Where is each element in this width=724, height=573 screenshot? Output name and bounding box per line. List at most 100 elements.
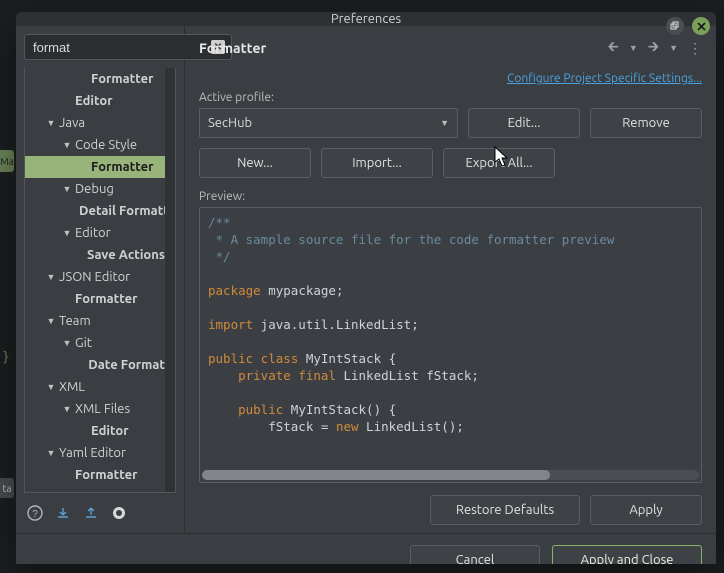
code-kw: package: [208, 283, 261, 298]
code-text: MyIntStack {: [298, 351, 396, 366]
nav-back-icon[interactable]: 🡰: [607, 36, 618, 60]
code-preview: /** * A sample source file for the code …: [200, 208, 701, 483]
tree-item[interactable]: Editor: [25, 420, 165, 442]
dialog-footer: Cancel Apply and Close: [16, 533, 716, 564]
window-restore-icon[interactable]: [666, 17, 684, 35]
page-menu-icon[interactable]: ⋮: [688, 40, 702, 57]
code-text: LinkedList();: [359, 419, 464, 434]
tree-item-label: Code Style: [75, 138, 137, 152]
tree-item[interactable]: ▼Debug: [25, 178, 165, 200]
expand-arrow-icon[interactable]: ▼: [45, 272, 57, 282]
titlebar: Preferences: [16, 12, 716, 26]
tree-item[interactable]: ▼JSON Editor: [25, 266, 165, 288]
code-kw: public class: [208, 351, 298, 366]
tree-item-label: Debug: [75, 182, 114, 196]
remove-button[interactable]: Remove: [590, 108, 702, 138]
nav-forward-menu-icon[interactable]: ▼: [669, 43, 678, 53]
code-line: /**: [208, 215, 231, 230]
new-button[interactable]: New...: [199, 148, 311, 178]
tree-item-label: Team: [59, 314, 91, 328]
expand-arrow-icon[interactable]: ▼: [45, 316, 57, 326]
preferences-window: Preferences ✕ FormatterEditor▼Java: [16, 12, 716, 564]
active-profile-value: SecHub: [208, 116, 252, 130]
tree-item[interactable]: Formatter: [25, 464, 165, 486]
tree-item-label: Formatter: [91, 160, 153, 174]
oomph-icon[interactable]: [110, 504, 128, 522]
preview-h-scrollbar[interactable]: [202, 470, 699, 480]
chevron-down-icon: ▼: [440, 118, 449, 128]
tree-item[interactable]: ▼Editor: [25, 222, 165, 244]
tree-item[interactable]: ▼Git: [25, 332, 165, 354]
tree-item-label: Editor: [91, 424, 129, 438]
import-prefs-icon[interactable]: [54, 504, 72, 522]
window-title: Preferences: [331, 12, 401, 26]
code-text: LinkedList fStack;: [336, 368, 479, 383]
tree-item[interactable]: ▼Java: [25, 112, 165, 134]
tree-item-label: Formatter: [75, 292, 137, 306]
tree-item[interactable]: Detail Formatt: [25, 200, 165, 222]
nav-forward-icon[interactable]: 🡲: [648, 36, 659, 60]
import-button[interactable]: Import...: [321, 148, 433, 178]
code-kw: import: [208, 317, 253, 332]
tree-item[interactable]: Formatter: [25, 68, 165, 90]
tree-item-label: Date Format: [88, 358, 165, 372]
expand-arrow-icon[interactable]: ▼: [45, 448, 57, 458]
background-label: ta: [0, 478, 14, 498]
tree-item-label: Yaml Editor: [59, 446, 126, 460]
left-toolbar: ?: [16, 493, 184, 533]
code-text: mypackage;: [261, 283, 344, 298]
expand-arrow-icon[interactable]: ▼: [61, 184, 73, 194]
tree-item[interactable]: Save Actions: [25, 244, 165, 266]
code-kw: private final: [208, 368, 336, 383]
tree-item[interactable]: ▼Code Style: [25, 134, 165, 156]
tree-item-label: Git: [75, 336, 92, 350]
export-prefs-icon[interactable]: [82, 504, 100, 522]
preview-pane: /** * A sample source file for the code …: [199, 207, 702, 483]
tree-item[interactable]: Formatter: [25, 156, 165, 178]
tree-item[interactable]: ▼XML: [25, 376, 165, 398]
apply-and-close-button[interactable]: Apply and Close: [552, 545, 702, 564]
tree-item-label: XML Files: [75, 402, 130, 416]
nav-back-menu-icon[interactable]: ▼: [629, 43, 638, 53]
filter-input[interactable]: [31, 39, 211, 56]
expand-arrow-icon[interactable]: ▼: [61, 140, 73, 150]
right-panel: Formatter 🡰 ▼ 🡲 ▼ ⋮ Configure Project Sp…: [185, 26, 716, 533]
expand-arrow-icon[interactable]: ▼: [61, 338, 73, 348]
background-brace: }: [2, 350, 10, 365]
expand-arrow-icon[interactable]: ▼: [61, 228, 73, 238]
expand-arrow-icon[interactable]: ▼: [61, 404, 73, 414]
active-profile-dropdown[interactable]: SecHub ▼: [199, 108, 458, 138]
export-all-button[interactable]: Export All...: [443, 148, 555, 178]
cancel-button[interactable]: Cancel: [410, 545, 540, 564]
tree-item[interactable]: ▼Team: [25, 310, 165, 332]
tree-item-label: XML: [59, 380, 85, 394]
apply-button[interactable]: Apply: [590, 495, 702, 525]
page-title: Formatter: [199, 40, 266, 56]
expand-arrow-icon[interactable]: ▼: [45, 382, 57, 392]
preview-label: Preview:: [199, 190, 702, 203]
tree-item-label: JSON Editor: [59, 270, 130, 284]
tree-item[interactable]: Formatter: [25, 288, 165, 310]
preferences-tree[interactable]: FormatterEditor▼Java▼Code StyleFormatter…: [25, 68, 165, 492]
help-icon[interactable]: ?: [26, 504, 44, 522]
tree-item-label: Formatter: [91, 72, 153, 86]
tree-item[interactable]: ▼Yaml Editor: [25, 442, 165, 464]
code-line: * A sample source file for the code form…: [208, 232, 614, 247]
tree-item[interactable]: Editor: [25, 90, 165, 112]
configure-project-link[interactable]: Configure Project Specific Settings...: [507, 72, 702, 85]
active-profile-label: Active profile:: [199, 91, 702, 104]
tree-item-label: Editor: [75, 226, 111, 240]
tree-item-label: Formatter: [75, 468, 137, 482]
tree-item-label: Save Actions: [87, 248, 165, 262]
scrollbar-thumb[interactable]: [202, 470, 550, 480]
tree-item-label: Editor: [75, 94, 113, 108]
expand-arrow-icon[interactable]: ▼: [45, 118, 57, 128]
tree-item-label: Detail Formatt: [79, 204, 165, 218]
window-close-icon[interactable]: [692, 17, 710, 35]
tree-item[interactable]: Date Format: [25, 354, 165, 376]
restore-defaults-button[interactable]: Restore Defaults: [430, 495, 580, 525]
edit-button[interactable]: Edit...: [468, 108, 580, 138]
tree-item[interactable]: ▼XML Files: [25, 398, 165, 420]
tree-scrollbar[interactable]: [165, 68, 175, 492]
code-text: fStack =: [208, 419, 336, 434]
